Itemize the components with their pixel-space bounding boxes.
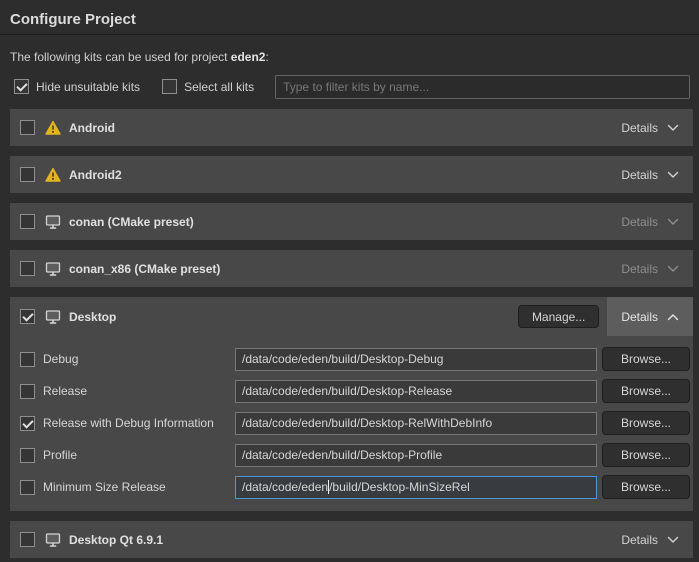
kit-checkbox[interactable] xyxy=(20,120,35,135)
details-label: Details xyxy=(621,310,658,324)
hide-unsuitable-kits-checkbox[interactable] xyxy=(14,79,29,94)
chevron-down-icon xyxy=(667,265,679,273)
build-config-checkbox[interactable] xyxy=(20,384,35,399)
build-config-label[interactable]: Release with Debug Information xyxy=(43,416,214,430)
title-separator xyxy=(0,34,699,35)
build-config-row-profile: Profile Browse... xyxy=(20,443,690,467)
build-config-label[interactable]: Minimum Size Release xyxy=(43,480,166,494)
browse-button[interactable]: Browse... xyxy=(602,379,690,403)
browse-button[interactable]: Browse... xyxy=(602,347,690,371)
kit-name: Android xyxy=(69,121,115,135)
build-config-left: Debug xyxy=(20,352,235,367)
build-config-row-minsizerel: Minimum Size Release /data/code/eden/bui… xyxy=(20,475,690,499)
hide-unsuitable-kits-group[interactable]: Hide unsuitable kits xyxy=(14,79,140,94)
kit-list: Android Details Android2 Details conan (… xyxy=(0,109,699,558)
build-config-left: Release with Debug Information xyxy=(20,416,235,431)
build-config-checkbox[interactable] xyxy=(20,416,35,431)
details-label: Details xyxy=(621,262,658,276)
browse-button[interactable]: Browse... xyxy=(602,411,690,435)
kit-header: conan (CMake preset) Details xyxy=(10,203,693,240)
kit-filter-bar: Hide unsuitable kits Select all kits xyxy=(14,74,690,99)
kit-header: Desktop Qt 6.9.1 Details xyxy=(10,521,693,558)
select-all-kits-checkbox[interactable] xyxy=(162,79,177,94)
build-dir-input[interactable] xyxy=(235,444,597,467)
build-dir-input[interactable] xyxy=(235,412,597,435)
build-config-row-relwithdebinfo: Release with Debug Information Browse... xyxy=(20,411,690,435)
kit-header: Android2 Details xyxy=(10,156,693,193)
browse-button[interactable]: Browse... xyxy=(602,475,690,499)
details-button[interactable]: Details xyxy=(607,250,693,287)
details-button[interactable]: Details xyxy=(607,297,693,336)
build-config-list: Debug Browse... Release Browse... Releas… xyxy=(10,336,693,511)
kit-row-desktop: Desktop Manage... Details Debug Browse..… xyxy=(10,297,693,511)
kit-header: Desktop Manage... Details xyxy=(10,297,693,336)
hide-unsuitable-kits-label[interactable]: Hide unsuitable kits xyxy=(36,80,140,94)
details-label: Details xyxy=(621,121,658,135)
build-config-label[interactable]: Release xyxy=(43,384,87,398)
details-button[interactable]: Details xyxy=(607,156,693,193)
build-config-row-debug: Debug Browse... xyxy=(20,347,690,371)
warning-icon xyxy=(45,167,61,182)
kit-checkbox[interactable] xyxy=(20,167,35,182)
kits-description: The following kits can be used for proje… xyxy=(10,50,689,64)
build-config-checkbox[interactable] xyxy=(20,448,35,463)
browse-button[interactable]: Browse... xyxy=(602,443,690,467)
kit-name: conan_x86 (CMake preset) xyxy=(69,262,220,276)
kit-checkbox[interactable] xyxy=(20,214,35,229)
build-dir-input-focused[interactable]: /data/code/eden/build/Desktop-MinSizeRel xyxy=(235,476,597,499)
path-text-after-caret: /build/Desktop-MinSizeRel xyxy=(329,480,470,494)
details-label: Details xyxy=(621,215,658,229)
build-config-left: Profile xyxy=(20,448,235,463)
desktop-icon xyxy=(45,214,61,230)
build-config-left: Minimum Size Release xyxy=(20,480,235,495)
details-button[interactable]: Details xyxy=(607,109,693,146)
details-label: Details xyxy=(621,168,658,182)
chevron-down-icon xyxy=(667,536,679,544)
kit-checkbox[interactable] xyxy=(20,309,35,324)
chevron-down-icon xyxy=(667,124,679,132)
kit-row-conan: conan (CMake preset) Details xyxy=(10,203,693,240)
warning-icon xyxy=(45,120,61,135)
project-name: eden2 xyxy=(231,50,266,64)
chevron-up-icon xyxy=(667,313,679,321)
kit-checkbox[interactable] xyxy=(20,261,35,276)
manage-button[interactable]: Manage... xyxy=(518,305,599,328)
kit-row-conan-x86: conan_x86 (CMake preset) Details xyxy=(10,250,693,287)
details-button[interactable]: Details xyxy=(607,203,693,240)
build-config-left: Release xyxy=(20,384,235,399)
page-title: Configure Project xyxy=(0,0,699,34)
kit-header: Android Details xyxy=(10,109,693,146)
build-dir-input[interactable] xyxy=(235,380,597,403)
kit-name: Android2 xyxy=(69,168,122,182)
chevron-down-icon xyxy=(667,218,679,226)
kit-row-android2: Android2 Details xyxy=(10,156,693,193)
kit-filter-input[interactable] xyxy=(275,75,690,99)
kit-checkbox[interactable] xyxy=(20,532,35,547)
details-label: Details xyxy=(621,533,658,547)
kit-header: conan_x86 (CMake preset) Details xyxy=(10,250,693,287)
build-config-checkbox[interactable] xyxy=(20,480,35,495)
kit-name: Desktop xyxy=(69,310,116,324)
build-dir-input[interactable] xyxy=(235,348,597,371)
select-all-kits-label[interactable]: Select all kits xyxy=(184,80,254,94)
select-all-kits-group[interactable]: Select all kits xyxy=(162,79,254,94)
kit-name: Desktop Qt 6.9.1 xyxy=(69,533,163,547)
kit-row-desktop-qt: Desktop Qt 6.9.1 Details xyxy=(10,521,693,558)
desktop-icon xyxy=(45,309,61,325)
build-config-label[interactable]: Debug xyxy=(43,352,78,366)
build-config-checkbox[interactable] xyxy=(20,352,35,367)
desktop-icon xyxy=(45,532,61,548)
build-config-row-release: Release Browse... xyxy=(20,379,690,403)
chevron-down-icon xyxy=(667,171,679,179)
path-text-before-caret: /data/code/eden xyxy=(242,480,328,494)
details-button[interactable]: Details xyxy=(607,521,693,558)
kits-description-prefix: The following kits can be used for proje… xyxy=(10,50,231,64)
kits-description-suffix: : xyxy=(265,50,268,64)
desktop-icon xyxy=(45,261,61,277)
kit-row-android: Android Details xyxy=(10,109,693,146)
kit-name: conan (CMake preset) xyxy=(69,215,194,229)
build-config-label[interactable]: Profile xyxy=(43,448,77,462)
